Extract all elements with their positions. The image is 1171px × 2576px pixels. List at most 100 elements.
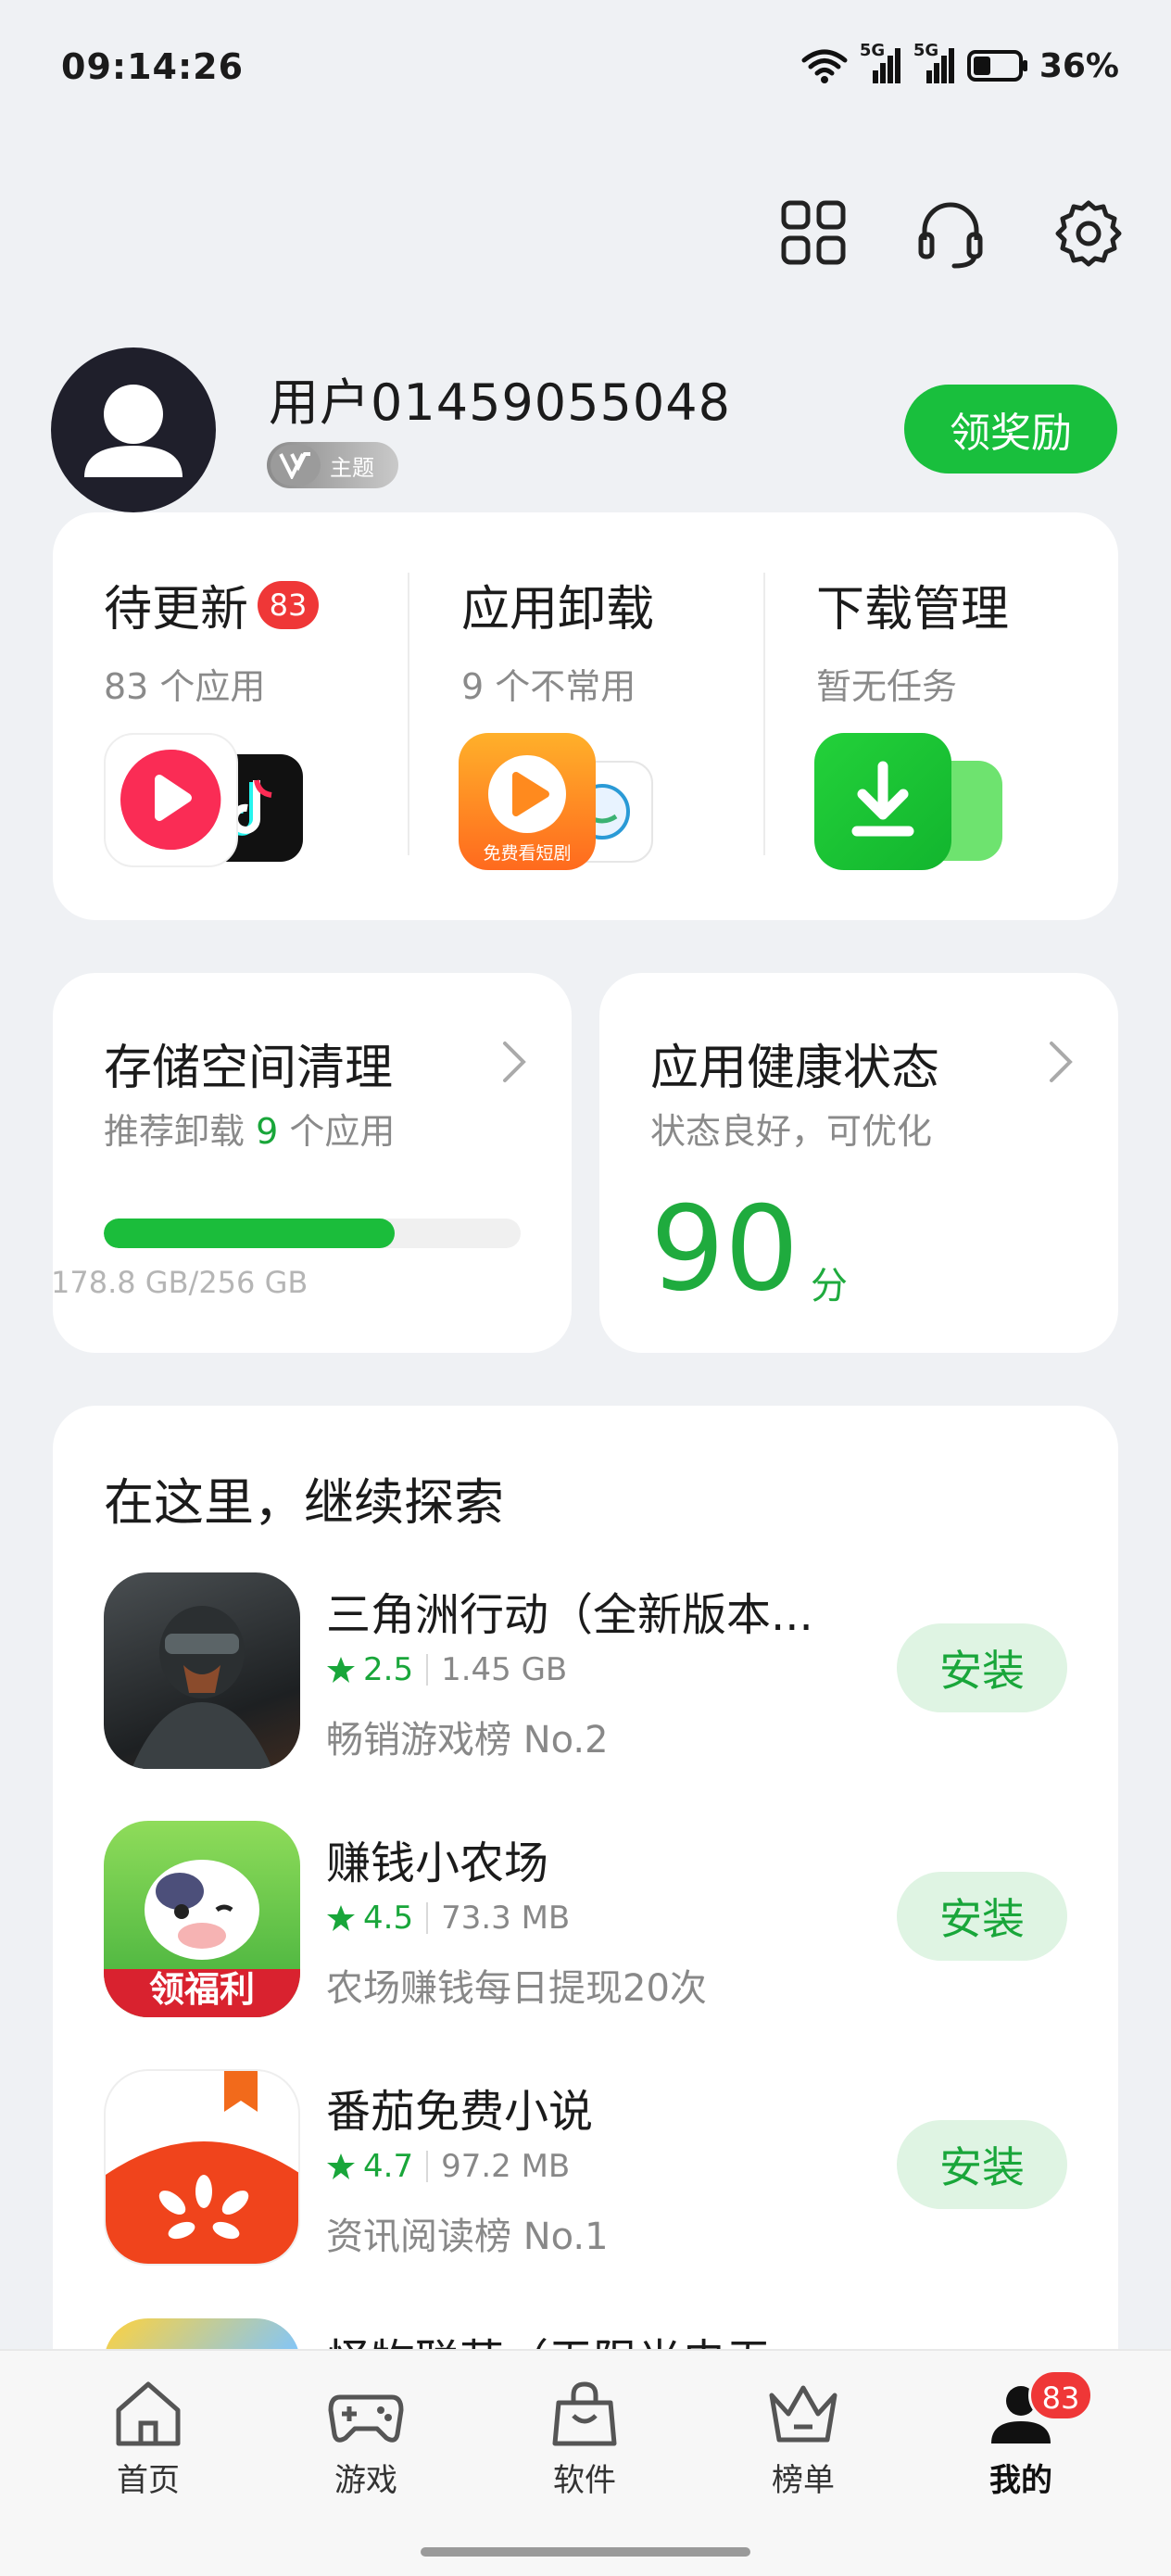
app-health-card[interactable]: 应用健康状态 状态良好，可优化 90 分 bbox=[599, 973, 1118, 1353]
crown-icon bbox=[769, 2385, 837, 2443]
pending-updates-label: 待更新 bbox=[104, 582, 249, 638]
username[interactable]: 用户01459055048 bbox=[269, 361, 731, 435]
wifi-icon bbox=[801, 49, 848, 83]
app-name: 赚钱小农场 bbox=[326, 1837, 549, 1889]
download-manager[interactable]: 下载管理 暂无任务 bbox=[816, 570, 1009, 709]
avatar[interactable] bbox=[51, 347, 216, 512]
home-icon bbox=[116, 2381, 181, 2446]
nav-home-label: 首页 bbox=[117, 2462, 180, 2499]
screen: 09:14:26 5G 5G 36% 用户01459055048 主题 领奖励 … bbox=[0, 0, 1171, 2576]
nav-home[interactable]: 首页 bbox=[83, 2379, 213, 2500]
health-subtitle: 状态良好，可优化 bbox=[650, 1111, 933, 1152]
uninstall-app-icons: 免费看短剧 bbox=[459, 733, 662, 872]
divider bbox=[408, 573, 409, 855]
apps-grid-icon[interactable] bbox=[780, 199, 847, 266]
bottom-nav: 首页 游戏 软件 榜单 83 我的 bbox=[0, 2349, 1171, 2576]
download-icons bbox=[814, 733, 1018, 872]
health-title: 应用健康状态 bbox=[650, 1041, 940, 1096]
divider bbox=[426, 2151, 429, 2182]
claim-reward-button[interactable]: 领奖励 bbox=[904, 385, 1117, 474]
nav-software-label: 软件 bbox=[553, 2462, 616, 2499]
battery-percent: 36% bbox=[1039, 46, 1119, 85]
delta-force-app-icon bbox=[104, 1572, 300, 1769]
health-score-unit: 分 bbox=[811, 1265, 848, 1307]
install-button[interactable]: 安装 bbox=[897, 2120, 1067, 2209]
storage-subtitle: 推荐卸载 9 个应用 bbox=[104, 1103, 395, 1154]
download-manager-subtitle: 暂无任务 bbox=[816, 666, 958, 707]
list-item[interactable]: 番茄免费小说 4.7 97.2 MB 资讯阅读榜 No.1 安装 bbox=[104, 2069, 1067, 2268]
app-management-card: 待更新 83 83 个应用 应用卸载 9 个不常用 下载管理 暂无任务 免费看短… bbox=[53, 512, 1118, 920]
storage-subtitle-suffix: 个应用 bbox=[278, 1111, 396, 1152]
nav-rankings[interactable]: 榜单 bbox=[738, 2379, 868, 2500]
divider bbox=[426, 1902, 429, 1934]
install-button[interactable]: 安装 bbox=[897, 1623, 1067, 1712]
download-manager-title: 下载管理 bbox=[816, 582, 1010, 638]
chevron-right-icon bbox=[503, 1042, 526, 1082]
list-item[interactable]: 三角洲行动（全新版本... 2.5 1.45 GB 畅销游戏榜 No.2 安装 bbox=[104, 1572, 1067, 1772]
nav-rankings-label: 榜单 bbox=[772, 2462, 835, 2499]
app-description: 资讯阅读榜 No.1 bbox=[326, 2216, 609, 2258]
star-icon bbox=[327, 1905, 355, 1931]
short-drama-caption: 免费看短剧 bbox=[483, 843, 572, 864]
app-description: 农场赚钱每日提现20次 bbox=[326, 1967, 707, 2010]
app-meta: 2.5 1.45 GB bbox=[326, 1651, 567, 1688]
video-app-icon bbox=[104, 733, 238, 867]
app-size: 73.3 MB bbox=[441, 1900, 571, 1937]
signal-bars-icon bbox=[925, 48, 954, 83]
install-button[interactable]: 安装 bbox=[897, 1872, 1067, 1961]
star-icon bbox=[327, 1657, 355, 1683]
battery-icon bbox=[966, 50, 1027, 82]
storage-subtitle-prefix: 推荐卸载 bbox=[104, 1111, 257, 1152]
nav-mine-badge: 83 bbox=[1028, 2369, 1093, 2421]
app-meta: 4.5 73.3 MB bbox=[326, 1900, 570, 1937]
download-icon bbox=[814, 733, 951, 870]
theme-badge[interactable]: 主题 bbox=[267, 442, 398, 488]
storage-progress-fill bbox=[104, 1219, 396, 1248]
storage-title: 存储空间清理 bbox=[104, 1041, 394, 1096]
app-rating: 4.5 bbox=[363, 1900, 414, 1937]
short-drama-app-icon: 免费看短剧 bbox=[459, 733, 596, 870]
app-name: 三角洲行动（全新版本... bbox=[326, 1589, 813, 1641]
app-size: 97.2 MB bbox=[441, 2148, 571, 2185]
pending-updates-subtitle: 83 个应用 bbox=[104, 666, 266, 707]
settings-gear-icon[interactable] bbox=[1054, 199, 1123, 268]
app-rating: 2.5 bbox=[363, 1651, 414, 1688]
list-item[interactable]: 领福利 赚钱小农场 4.5 73.3 MB 农场赚钱每日提现20次 安装 bbox=[104, 1821, 1067, 2020]
storage-progress-bar bbox=[104, 1219, 521, 1248]
nav-software[interactable]: 软件 bbox=[520, 2379, 649, 2500]
status-bar: 09:14:26 5G 5G 36% bbox=[0, 0, 1171, 139]
shopping-bag-icon bbox=[552, 2381, 617, 2446]
status-icons: 5G 5G 36% bbox=[800, 41, 1119, 85]
app-uninstall-title: 应用卸载 bbox=[461, 582, 655, 638]
home-indicator[interactable] bbox=[421, 2547, 750, 2557]
update-app-icons bbox=[104, 733, 308, 872]
uninstall-recommend-count: 9 bbox=[256, 1111, 279, 1152]
top-actions bbox=[780, 199, 1123, 270]
app-uninstall-subtitle: 9 个不常用 bbox=[461, 666, 636, 707]
nav-games-label: 游戏 bbox=[334, 2462, 397, 2499]
tomato-novel-app-icon bbox=[104, 2069, 300, 2266]
nav-mine[interactable]: 83 我的 bbox=[956, 2369, 1093, 2500]
app-name: 番茄免费小说 bbox=[326, 2086, 594, 2138]
nav-mine-label: 我的 bbox=[989, 2462, 1052, 2499]
headset-icon[interactable] bbox=[917, 199, 984, 270]
app-rating: 4.7 bbox=[363, 2148, 414, 2185]
vip-v-icon bbox=[271, 445, 321, 486]
storage-usage-text: 178.8 GB/256 GB bbox=[51, 1265, 308, 1300]
health-score: 90 bbox=[650, 1181, 800, 1317]
status-time: 09:14:26 bbox=[61, 46, 245, 87]
star-icon bbox=[327, 2153, 355, 2179]
signal-2: 5G bbox=[913, 41, 956, 85]
app-uninstall[interactable]: 应用卸载 9 个不常用 bbox=[461, 570, 654, 709]
update-count-badge: 83 bbox=[258, 580, 320, 629]
user-silhouette-icon bbox=[84, 385, 183, 477]
divider bbox=[426, 1654, 429, 1686]
gamepad-icon bbox=[328, 2394, 404, 2443]
signal-1: 5G bbox=[860, 41, 902, 85]
farm-app-icon: 领福利 bbox=[104, 1821, 300, 2017]
nav-games[interactable]: 游戏 bbox=[301, 2379, 431, 2500]
app-size: 1.45 GB bbox=[441, 1651, 568, 1688]
divider bbox=[763, 573, 765, 855]
pending-updates[interactable]: 待更新 83 83 个应用 bbox=[104, 570, 320, 709]
chevron-right-icon bbox=[1050, 1042, 1073, 1082]
